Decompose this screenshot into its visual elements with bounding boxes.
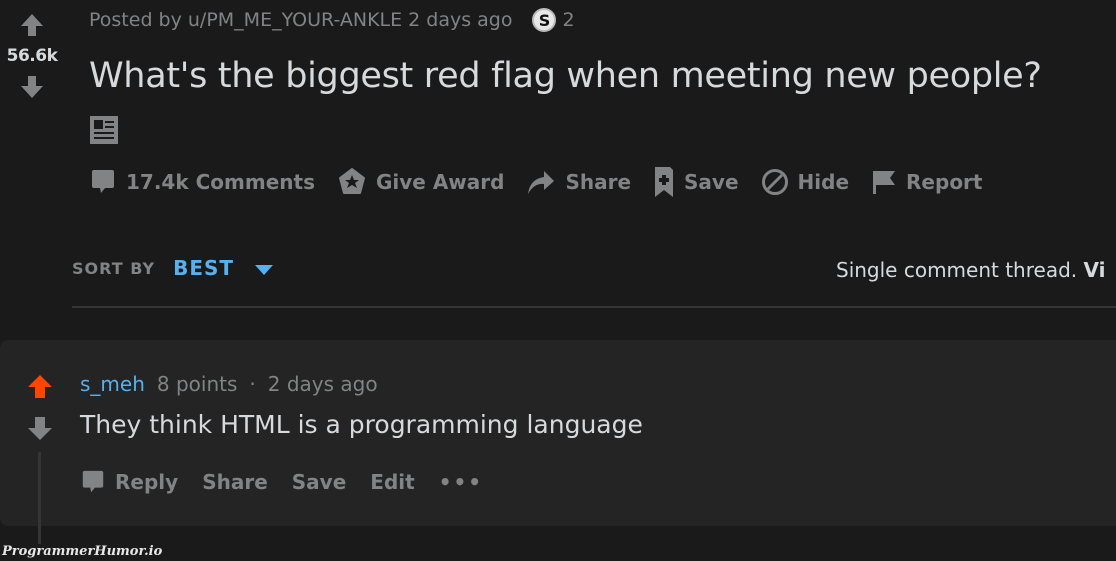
sort-value: BEST (173, 256, 235, 280)
comment-edit-button[interactable]: Edit (370, 470, 414, 494)
hide-label: Hide (797, 170, 850, 194)
more-options-button[interactable]: ••• (439, 470, 483, 494)
comment-icon (92, 170, 114, 193)
chevron-down-icon (255, 265, 274, 275)
single-thread-text: Single comment thread. (836, 258, 1084, 282)
upvote-arrow-icon (28, 375, 52, 398)
divider (72, 306, 1116, 308)
report-button[interactable]: Report (871, 168, 982, 196)
comments-button[interactable]: 17.4k Comments (89, 168, 315, 196)
comment-time[interactable]: 2 days ago (268, 372, 378, 396)
sort-dropdown[interactable]: SORT BY BEST (72, 256, 274, 280)
comments-label: 17.4k Comments (126, 170, 315, 194)
text-post-icon (89, 115, 119, 145)
view-all-comments-link[interactable]: Vi (1084, 258, 1106, 282)
award-badge-icon: S (532, 8, 557, 32)
comment-points: 8 points (156, 372, 238, 396)
downvote-arrow-icon (21, 76, 43, 98)
comment-actions: Reply Share Save Edit ••• (80, 469, 483, 495)
comment-icon (82, 470, 104, 493)
meta-separator: · (249, 372, 256, 396)
share-label: Share (202, 470, 268, 494)
post-time[interactable]: 2 days ago (408, 9, 512, 31)
reply-button[interactable]: Reply (80, 469, 178, 495)
reply-label: Reply (115, 470, 179, 494)
watermark: ProgrammerHumor.io (2, 544, 163, 559)
share-label: Share (565, 170, 632, 194)
post-meta: Posted by u/PM_ME_YOUR-ANKLE 2 days ago … (89, 8, 575, 32)
post: 56.6k Posted by u/PM_ME_YOUR-ANKLE 2 day… (0, 0, 1116, 340)
comment-share-button[interactable]: Share (202, 470, 268, 494)
thread-collapse-line[interactable] (38, 452, 41, 544)
post-vote-column: 56.6k (0, 10, 64, 102)
more-icon: ••• (438, 470, 484, 494)
upvote-button[interactable] (17, 10, 47, 40)
report-label: Report (906, 170, 983, 194)
downvote-button[interactable] (17, 72, 47, 102)
give-award-button[interactable]: Give Award (337, 167, 504, 197)
comment-downvote-button[interactable] (26, 414, 54, 442)
flag-icon (873, 171, 896, 194)
upvote-arrow-icon (21, 14, 43, 36)
post-vote-count: 56.6k (6, 46, 58, 66)
share-icon (528, 171, 555, 194)
comment-author[interactable]: s_meh (80, 372, 145, 396)
bookmark-icon (655, 167, 674, 197)
give-award-label: Give Award (375, 170, 505, 194)
posted-by[interactable]: Posted by u/PM_ME_YOUR-ANKLE (89, 9, 402, 31)
share-button[interactable]: Share (526, 168, 631, 196)
save-label: Save (291, 470, 347, 494)
save-label: Save (684, 170, 739, 194)
post-title[interactable]: What's the biggest red flag when meeting… (89, 56, 1042, 96)
post-actions: 17.4k Comments Give Award Share Save Hid… (89, 166, 982, 198)
save-button[interactable]: Save (653, 166, 739, 198)
post-awards[interactable]: S 2 (532, 8, 575, 32)
comment-meta: s_meh 8 points · 2 days ago (80, 372, 378, 396)
award-icon (338, 168, 365, 194)
comment-save-button[interactable]: Save (292, 470, 347, 494)
comment-upvote-button[interactable] (26, 372, 54, 400)
edit-label: Edit (370, 470, 415, 494)
award-count: 2 (562, 9, 575, 31)
sort-by-label: SORT BY (72, 258, 156, 278)
downvote-arrow-icon (28, 417, 52, 440)
single-thread-notice: Single comment thread. Vi (836, 258, 1105, 282)
hide-button[interactable]: Hide (761, 168, 849, 196)
comment-body: They think HTML is a programming languag… (80, 410, 643, 439)
hide-icon (761, 169, 788, 195)
